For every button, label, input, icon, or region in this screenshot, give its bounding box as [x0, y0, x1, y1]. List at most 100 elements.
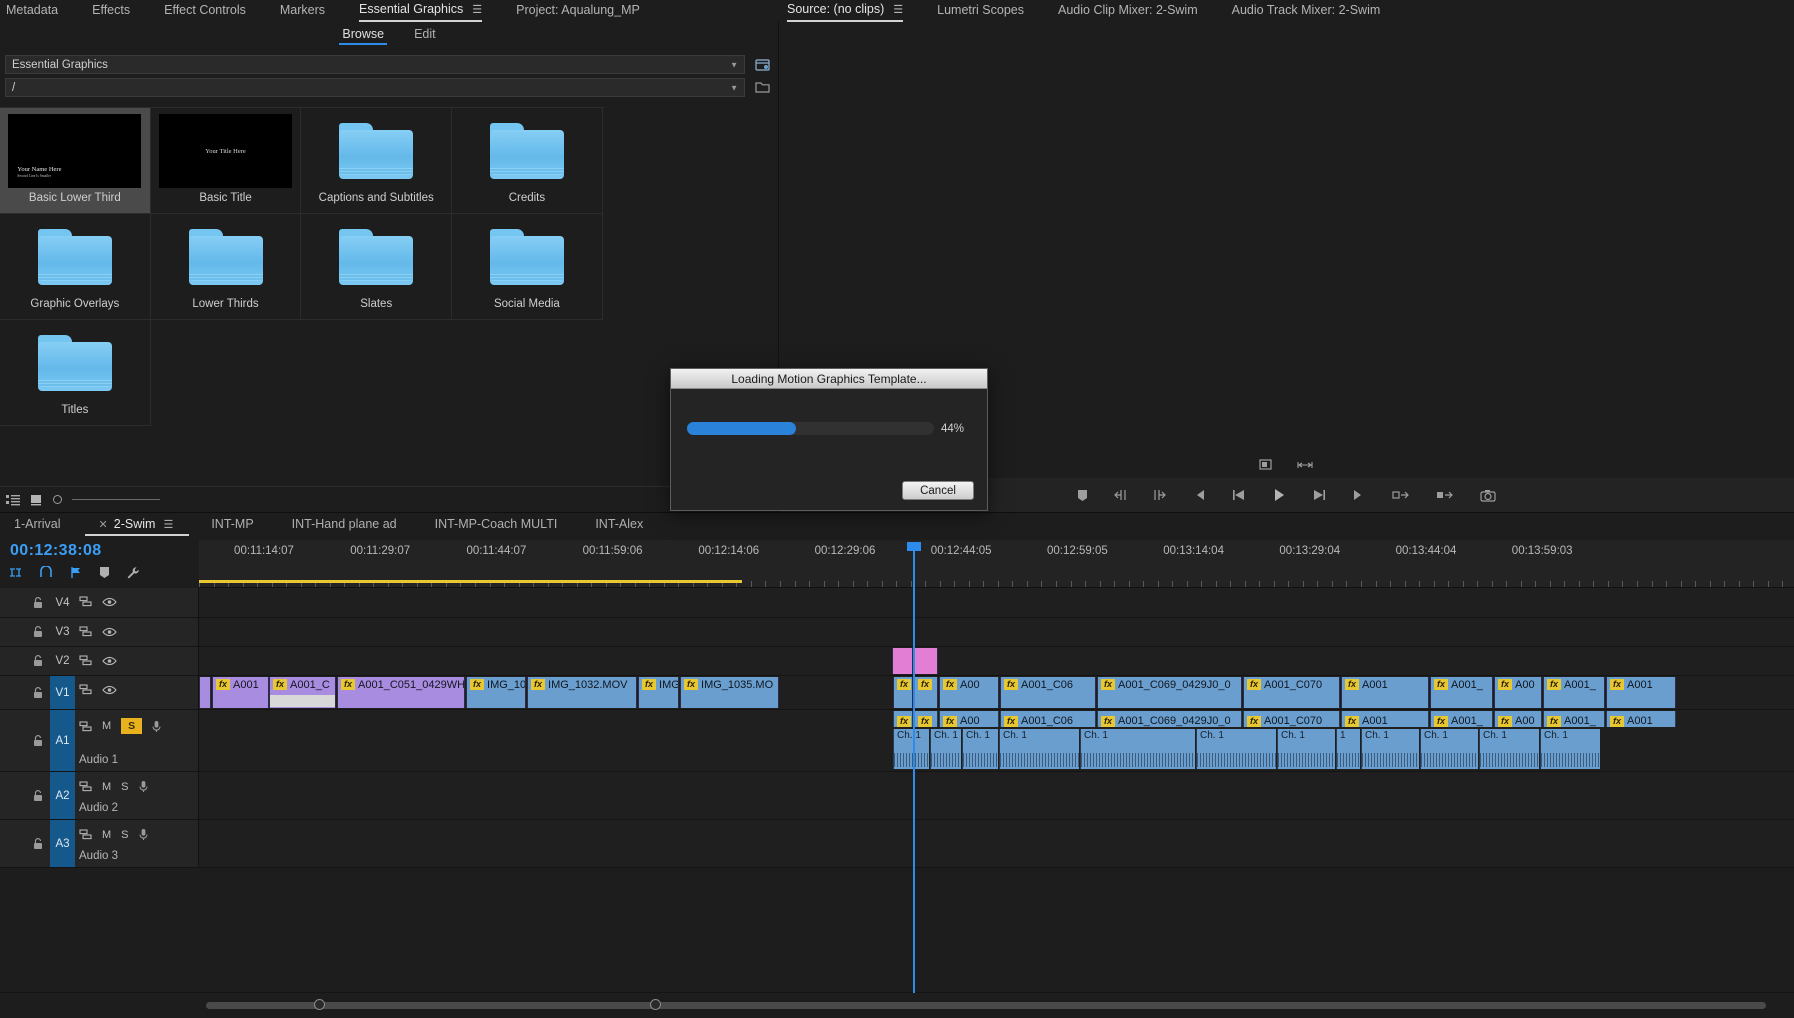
tab-project[interactable]: Project: Aqualung_MP — [516, 1, 640, 22]
audio-channel-clip[interactable]: Ch. 1 — [1080, 729, 1195, 769]
timeline-tab-int-alex[interactable]: INT-Alex — [595, 517, 643, 536]
track-lane[interactable] — [199, 618, 1794, 646]
tab-audio-clip-mixer[interactable]: Audio Clip Mixer: 2-Swim — [1058, 1, 1198, 22]
timeline-clip[interactable]: fx IMG_1035.MO — [680, 677, 779, 708]
path-dropdown[interactable]: / ▼ — [5, 78, 745, 97]
track-header[interactable]: A2 M S Audio 2 — [0, 772, 199, 819]
audio-channel-clip[interactable]: Ch. 1 — [1420, 729, 1478, 769]
lock-icon[interactable] — [33, 596, 43, 609]
export-frame-icon[interactable] — [1480, 489, 1496, 502]
timeline-tab-int-mp[interactable]: INT-MP — [211, 517, 253, 536]
sync-lock-icon[interactable] — [79, 655, 92, 666]
timeline-clip[interactable]: fx A00 — [1494, 677, 1542, 708]
timeline-clip[interactable]: fx A001_C — [269, 677, 336, 708]
tab-effect-controls[interactable]: Effect Controls — [164, 1, 246, 22]
library-dropdown[interactable]: Essential Graphics ▼ — [5, 55, 745, 74]
eye-icon[interactable] — [102, 627, 117, 637]
audio-channel-clip[interactable]: Ch. 1 — [999, 729, 1079, 769]
timeline-clip[interactable]: fx A001 — [1341, 677, 1429, 708]
template-item-basic-lower-third[interactable]: Your Name Here Second Line Is Smaller Ba… — [0, 108, 151, 214]
close-icon[interactable]: ✕ — [99, 519, 108, 531]
timeline-clip[interactable]: fx A001_C051_0429WH_ — [337, 677, 465, 708]
panel-menu-icon[interactable]: ☰ — [472, 4, 482, 16]
sync-lock-icon[interactable] — [79, 684, 92, 695]
insert-icon[interactable] — [1392, 489, 1410, 501]
timeline-clip[interactable] — [892, 648, 913, 674]
timeline-audio-clip[interactable]: fx A001_C06 — [1000, 711, 1096, 727]
track-name-v2[interactable]: V2 — [50, 647, 75, 675]
audio-channel-clip[interactable]: Ch. 1 — [1196, 729, 1276, 769]
overwrite-icon[interactable] — [1436, 489, 1454, 501]
timeline-clip[interactable]: fx IMG_10 — [466, 677, 526, 708]
grid-view-icon[interactable] — [30, 494, 43, 506]
mute-button[interactable]: M — [102, 829, 111, 841]
step-back-icon[interactable] — [1232, 489, 1246, 501]
eye-icon[interactable] — [102, 597, 117, 607]
timeline-clip[interactable]: fx A001_C069_0429J0_0 — [1097, 677, 1242, 708]
marker-flag-icon[interactable] — [69, 566, 83, 579]
track-lane[interactable]: fx fx fx A00 fx A001_C06 fx A001_C069_0429J0_0 f… — [199, 710, 1794, 771]
folder-item-slates[interactable]: Slates — [301, 214, 453, 320]
audio-channel-clip[interactable]: Ch. 1 — [1540, 729, 1600, 769]
folder-item-credits[interactable]: Credits — [452, 108, 603, 214]
panel-menu-icon[interactable]: ☰ — [893, 4, 903, 16]
go-to-in-icon[interactable] — [1192, 489, 1206, 501]
track-lane[interactable] — [199, 820, 1794, 867]
folder-item-lower-thirds[interactable]: Lower Thirds — [150, 214, 302, 320]
timeline-audio-clip[interactable]: fx A00 — [939, 711, 999, 727]
tab-effects[interactable]: Effects — [92, 1, 130, 22]
track-lane[interactable]: fx A001 fx A001_C fx A001_C051_0429WH_ fx IMG_1… — [199, 676, 1794, 709]
tab-essential-graphics[interactable]: Essential Graphics ☰ — [359, 0, 483, 22]
timeline-audio-clip[interactable]: fx A001_ — [1543, 711, 1605, 727]
timeline-tab-2-swim[interactable]: ✕ 2-Swim ☰ — [84, 517, 190, 536]
solo-button[interactable]: S — [121, 781, 128, 793]
track-name-v3[interactable]: V3 — [50, 618, 75, 646]
timeline-audio-clip[interactable]: fx A001 — [1341, 711, 1429, 727]
scrollbar-left-handle[interactable] — [314, 999, 325, 1010]
track-name-v1[interactable]: V1 — [50, 676, 75, 709]
track-header[interactable]: V3 — [0, 618, 199, 646]
folder-icon[interactable] — [751, 78, 773, 97]
timeline-audio-clip[interactable]: fx — [914, 711, 938, 727]
playhead[interactable] — [907, 542, 921, 993]
timeline-tab-int-hand-plane-ad[interactable]: INT-Hand plane ad — [292, 517, 397, 536]
transform-icon[interactable] — [1296, 460, 1314, 470]
mute-button[interactable]: M — [102, 720, 111, 732]
lock-icon[interactable] — [33, 655, 43, 667]
timeline-audio-clip[interactable]: fx — [893, 711, 913, 727]
track-header[interactable]: A3 M S Audio 3 — [0, 820, 199, 867]
lock-icon[interactable] — [33, 837, 43, 850]
panel-menu-icon[interactable]: ☰ — [163, 519, 173, 531]
tab-markers[interactable]: Markers — [280, 1, 325, 22]
track-name-a1[interactable]: A1 — [50, 710, 75, 771]
tab-source[interactable]: Source: (no clips) ☰ — [787, 0, 904, 22]
audio-channel-clip[interactable]: Ch. 1 — [1479, 729, 1539, 769]
mark-in-icon[interactable] — [1114, 489, 1127, 501]
audio-channel-clip[interactable]: Ch. 1 — [893, 729, 929, 769]
play-icon[interactable] — [1272, 488, 1286, 502]
timeline-tab-1-arrival[interactable]: 1-Arrival — [14, 517, 61, 536]
track-lane[interactable] — [199, 588, 1794, 617]
lock-icon[interactable] — [33, 734, 43, 747]
timeline-clip[interactable]: fx IMG_1032.MOV — [527, 677, 637, 708]
wrench-icon[interactable] — [126, 566, 140, 579]
timeline-clip[interactable]: fx A00 — [939, 677, 999, 708]
folder-item-titles[interactable]: Titles — [0, 320, 151, 426]
track-header[interactable]: V2 — [0, 647, 199, 675]
mark-out-icon[interactable] — [1153, 489, 1166, 501]
subtab-browse[interactable]: Browse — [339, 27, 387, 45]
track-lane[interactable] — [199, 772, 1794, 819]
timeline-audio-clip[interactable]: fx A00 — [1494, 711, 1542, 727]
timeline-tab-int-mp-coach-multi[interactable]: INT-MP-Coach MULTI — [435, 517, 558, 536]
library-icon[interactable] — [751, 55, 773, 74]
tab-audio-track-mixer[interactable]: Audio Track Mixer: 2-Swim — [1232, 1, 1381, 22]
solo-button[interactable]: S — [121, 829, 128, 841]
work-area-bar[interactable] — [199, 580, 742, 583]
timeline-clip[interactable]: fx A001 — [212, 677, 269, 708]
timeline-clip[interactable] — [199, 677, 211, 708]
sync-lock-icon[interactable] — [79, 829, 92, 840]
mic-icon[interactable] — [152, 720, 161, 733]
eye-icon[interactable] — [102, 685, 117, 695]
cancel-button[interactable]: Cancel — [902, 481, 974, 500]
go-to-out-icon[interactable] — [1352, 489, 1366, 501]
